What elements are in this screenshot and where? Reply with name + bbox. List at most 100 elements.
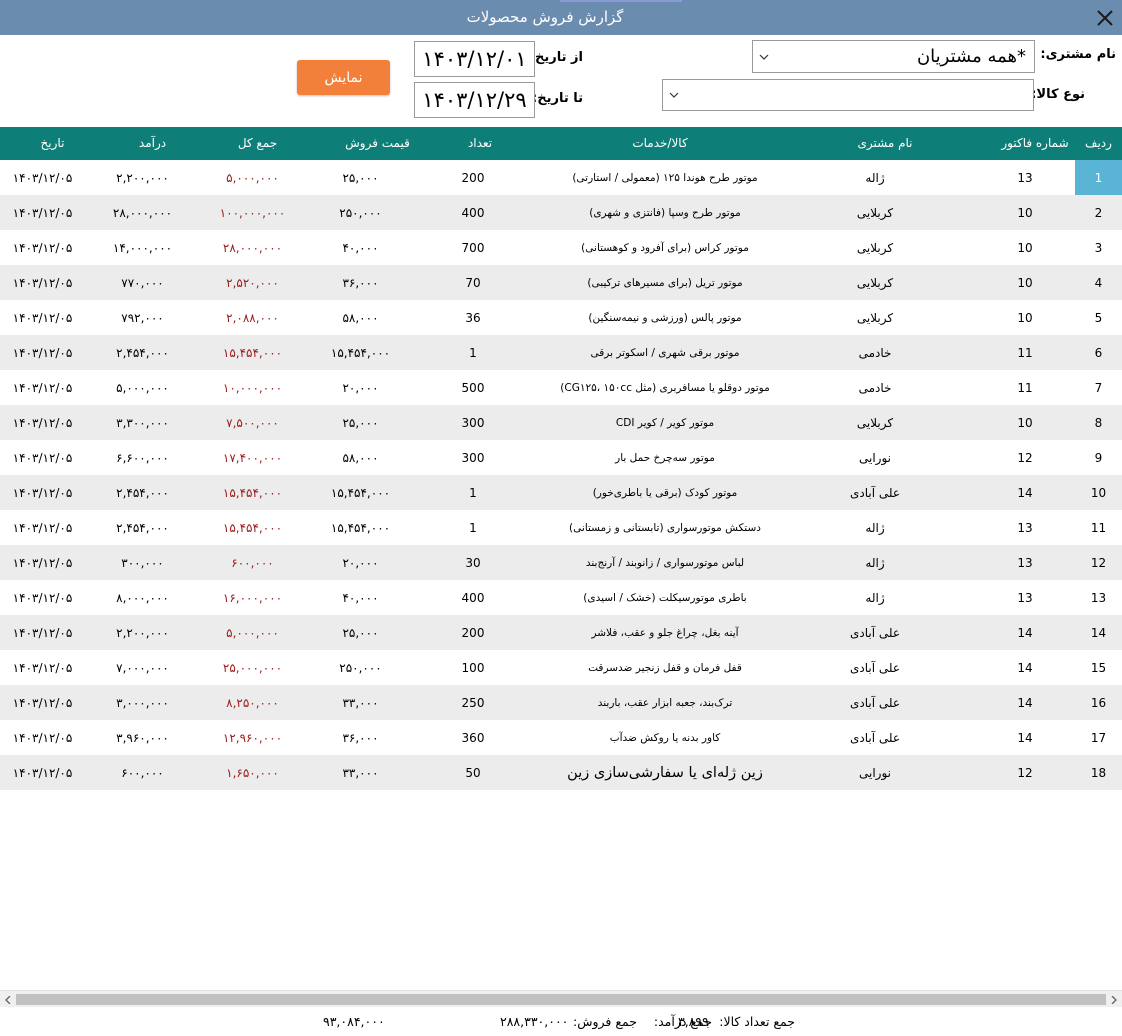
- cell-invoice[interactable]: 13: [985, 510, 1065, 545]
- cell-date[interactable]: ۱۴۰۳/۱۲/۰۵: [0, 510, 85, 545]
- cell-price[interactable]: ۲۰,۰۰۰: [298, 545, 423, 580]
- table-row[interactable]: 16 14 علی آبادی ترک‌بند، جعبه ابزار عقب، با…: [0, 685, 1122, 720]
- cell-invoice[interactable]: 10: [985, 265, 1065, 300]
- cell-qty[interactable]: 300: [433, 405, 513, 440]
- cell-income[interactable]: ۳,۰۰۰,۰۰۰: [80, 685, 205, 720]
- cell-income[interactable]: ۲,۲۰۰,۰۰۰: [80, 615, 205, 650]
- cell-invoice[interactable]: 14: [985, 720, 1065, 755]
- cell-total[interactable]: ۱۶,۰۰۰,۰۰۰: [190, 580, 315, 615]
- from-date-field[interactable]: ۱۴۰۳/۱۲/۰۱: [414, 41, 535, 77]
- cell-row[interactable]: 1: [1075, 160, 1122, 195]
- cell-product[interactable]: دستکش موتورسواری (تابستانی و زمستانی): [520, 510, 810, 545]
- cell-customer[interactable]: نورایی: [820, 440, 930, 475]
- cell-total[interactable]: ۱۷,۴۰۰,۰۰۰: [190, 440, 315, 475]
- table-row[interactable]: 15 14 علی آبادی قفل فرمان و قفل زنجیر ضدسرق…: [0, 650, 1122, 685]
- cell-row[interactable]: 4: [1075, 265, 1122, 300]
- scroll-right-icon[interactable]: [1106, 991, 1122, 1008]
- cell-qty[interactable]: 50: [433, 755, 513, 790]
- cell-row[interactable]: 5: [1075, 300, 1122, 335]
- cell-total[interactable]: ۵,۰۰۰,۰۰۰: [190, 160, 315, 195]
- col-header-product[interactable]: کالا/خدمات: [520, 127, 800, 160]
- cell-invoice[interactable]: 14: [985, 650, 1065, 685]
- cell-date[interactable]: ۱۴۰۳/۱۲/۰۵: [0, 650, 85, 685]
- cell-total[interactable]: ۲,۰۸۸,۰۰۰: [190, 300, 315, 335]
- cell-customer[interactable]: علی آبادی: [820, 475, 930, 510]
- cell-product[interactable]: لباس موتورسواری / زانوبند / آرنج‌بند: [520, 545, 810, 580]
- cell-customer[interactable]: ژاله: [820, 545, 930, 580]
- cell-price[interactable]: ۳۶,۰۰۰: [298, 720, 423, 755]
- cell-product[interactable]: کاور بدنه یا روکش ضدآب: [520, 720, 810, 755]
- cell-product[interactable]: موتور کراس (برای آفرود و کوهستانی): [520, 230, 810, 265]
- cell-invoice[interactable]: 11: [985, 335, 1065, 370]
- cell-total[interactable]: ۵,۰۰۰,۰۰۰: [190, 615, 315, 650]
- table-row[interactable]: 17 14 علی آبادی کاور بدنه یا روکش ضدآب 360 ۳۶…: [0, 720, 1122, 755]
- cell-customer[interactable]: ژاله: [820, 160, 930, 195]
- show-button[interactable]: نمایش: [297, 60, 390, 95]
- col-header-income[interactable]: درآمد: [90, 127, 215, 160]
- cell-date[interactable]: ۱۴۰۳/۱۲/۰۵: [0, 230, 85, 265]
- table-row[interactable]: 13 13 ژاله باطری موتورسیکلت (خشک / اسیدی) 40…: [0, 580, 1122, 615]
- cell-product[interactable]: موتور پالس (ورزشی و نیمه‌سنگین): [520, 300, 810, 335]
- cell-income[interactable]: ۵,۰۰۰,۰۰۰: [80, 370, 205, 405]
- col-header-date[interactable]: تاریخ: [0, 127, 105, 160]
- cell-invoice[interactable]: 11: [985, 370, 1065, 405]
- cell-date[interactable]: ۱۴۰۳/۱۲/۰۵: [0, 755, 85, 790]
- cell-price[interactable]: ۳۳,۰۰۰: [298, 685, 423, 720]
- cell-row[interactable]: 11: [1075, 510, 1122, 545]
- cell-row[interactable]: 12: [1075, 545, 1122, 580]
- cell-price[interactable]: ۵۸,۰۰۰: [298, 440, 423, 475]
- cell-total[interactable]: ۱۵,۴۵۴,۰۰۰: [190, 510, 315, 545]
- cell-date[interactable]: ۱۴۰۳/۱۲/۰۵: [0, 615, 85, 650]
- cell-qty[interactable]: 300: [433, 440, 513, 475]
- table-row[interactable]: 18 12 نورایی زین ژله‌ای یا سفارشی‌سازی زین 5…: [0, 755, 1122, 790]
- cell-qty[interactable]: 1: [433, 335, 513, 370]
- cell-date[interactable]: ۱۴۰۳/۱۲/۰۵: [0, 265, 85, 300]
- cell-qty[interactable]: 250: [433, 685, 513, 720]
- cell-price[interactable]: ۱۵,۴۵۴,۰۰۰: [298, 335, 423, 370]
- col-header-price[interactable]: قیمت فروش: [315, 127, 440, 160]
- cell-product[interactable]: ترک‌بند، جعبه ابزار عقب، باربند: [520, 685, 810, 720]
- cell-customer[interactable]: کربلایی: [820, 405, 930, 440]
- cell-date[interactable]: ۱۴۰۳/۱۲/۰۵: [0, 685, 85, 720]
- cell-qty[interactable]: 1: [433, 475, 513, 510]
- cell-total[interactable]: ۱۰,۰۰۰,۰۰۰: [190, 370, 315, 405]
- table-row[interactable]: 4 10 کربلایی موتور تریل (برای مسیرهای ترکیب…: [0, 265, 1122, 300]
- cell-product[interactable]: زین ژله‌ای یا سفارشی‌سازی زین: [520, 755, 810, 790]
- cell-income[interactable]: ۷۷۰,۰۰۰: [80, 265, 205, 300]
- cell-income[interactable]: ۲۸,۰۰۰,۰۰۰: [80, 195, 205, 230]
- cell-price[interactable]: ۲۵,۰۰۰: [298, 160, 423, 195]
- sales-grid[interactable]: 1 13 ژاله موتور طرح هوندا ۱۲۵ (معمولی / است…: [0, 160, 1122, 990]
- cell-total[interactable]: ۷,۵۰۰,۰۰۰: [190, 405, 315, 440]
- cell-income[interactable]: ۳۰۰,۰۰۰: [80, 545, 205, 580]
- cell-income[interactable]: ۱۴,۰۰۰,۰۰۰: [80, 230, 205, 265]
- cell-customer[interactable]: خادمی: [820, 335, 930, 370]
- cell-qty[interactable]: 500: [433, 370, 513, 405]
- cell-price[interactable]: ۳۶,۰۰۰: [298, 265, 423, 300]
- cell-product[interactable]: موتور دوقلو یا مسافربری (مثل CG۱۲۵، ۱۵۰c…: [520, 370, 810, 405]
- cell-income[interactable]: ۶۰۰,۰۰۰: [80, 755, 205, 790]
- cell-invoice[interactable]: 10: [985, 300, 1065, 335]
- cell-qty[interactable]: 400: [433, 195, 513, 230]
- table-row[interactable]: 6 11 خادمی موتور برقی شهری / اسکوتر برقی 1 ۱۵…: [0, 335, 1122, 370]
- cell-invoice[interactable]: 12: [985, 755, 1065, 790]
- cell-product[interactable]: موتور طرح هوندا ۱۲۵ (معمولی / استارتی): [520, 160, 810, 195]
- cell-invoice[interactable]: 12: [985, 440, 1065, 475]
- cell-invoice[interactable]: 14: [985, 615, 1065, 650]
- cell-row[interactable]: 6: [1075, 335, 1122, 370]
- table-row[interactable]: 2 10 کربلایی موتور طرح وسپا (فانتزی و شهری)…: [0, 195, 1122, 230]
- cell-qty[interactable]: 200: [433, 160, 513, 195]
- cell-row[interactable]: 9: [1075, 440, 1122, 475]
- col-header-customer[interactable]: نام مشتری: [800, 127, 970, 160]
- cell-qty[interactable]: 700: [433, 230, 513, 265]
- horizontal-scrollbar[interactable]: [0, 990, 1122, 1007]
- cell-customer[interactable]: کربلایی: [820, 265, 930, 300]
- cell-customer[interactable]: علی آبادی: [820, 685, 930, 720]
- cell-product[interactable]: موتور سه‌چرخ حمل بار: [520, 440, 810, 475]
- scrollbar-thumb[interactable]: [16, 994, 1106, 1005]
- table-row[interactable]: 3 10 کربلایی موتور کراس (برای آفرود و کوهست…: [0, 230, 1122, 265]
- cell-date[interactable]: ۱۴۰۳/۱۲/۰۵: [0, 160, 85, 195]
- cell-qty[interactable]: 400: [433, 580, 513, 615]
- col-header-row[interactable]: ردیف: [1075, 127, 1122, 160]
- cell-qty[interactable]: 30: [433, 545, 513, 580]
- cell-invoice[interactable]: 13: [985, 580, 1065, 615]
